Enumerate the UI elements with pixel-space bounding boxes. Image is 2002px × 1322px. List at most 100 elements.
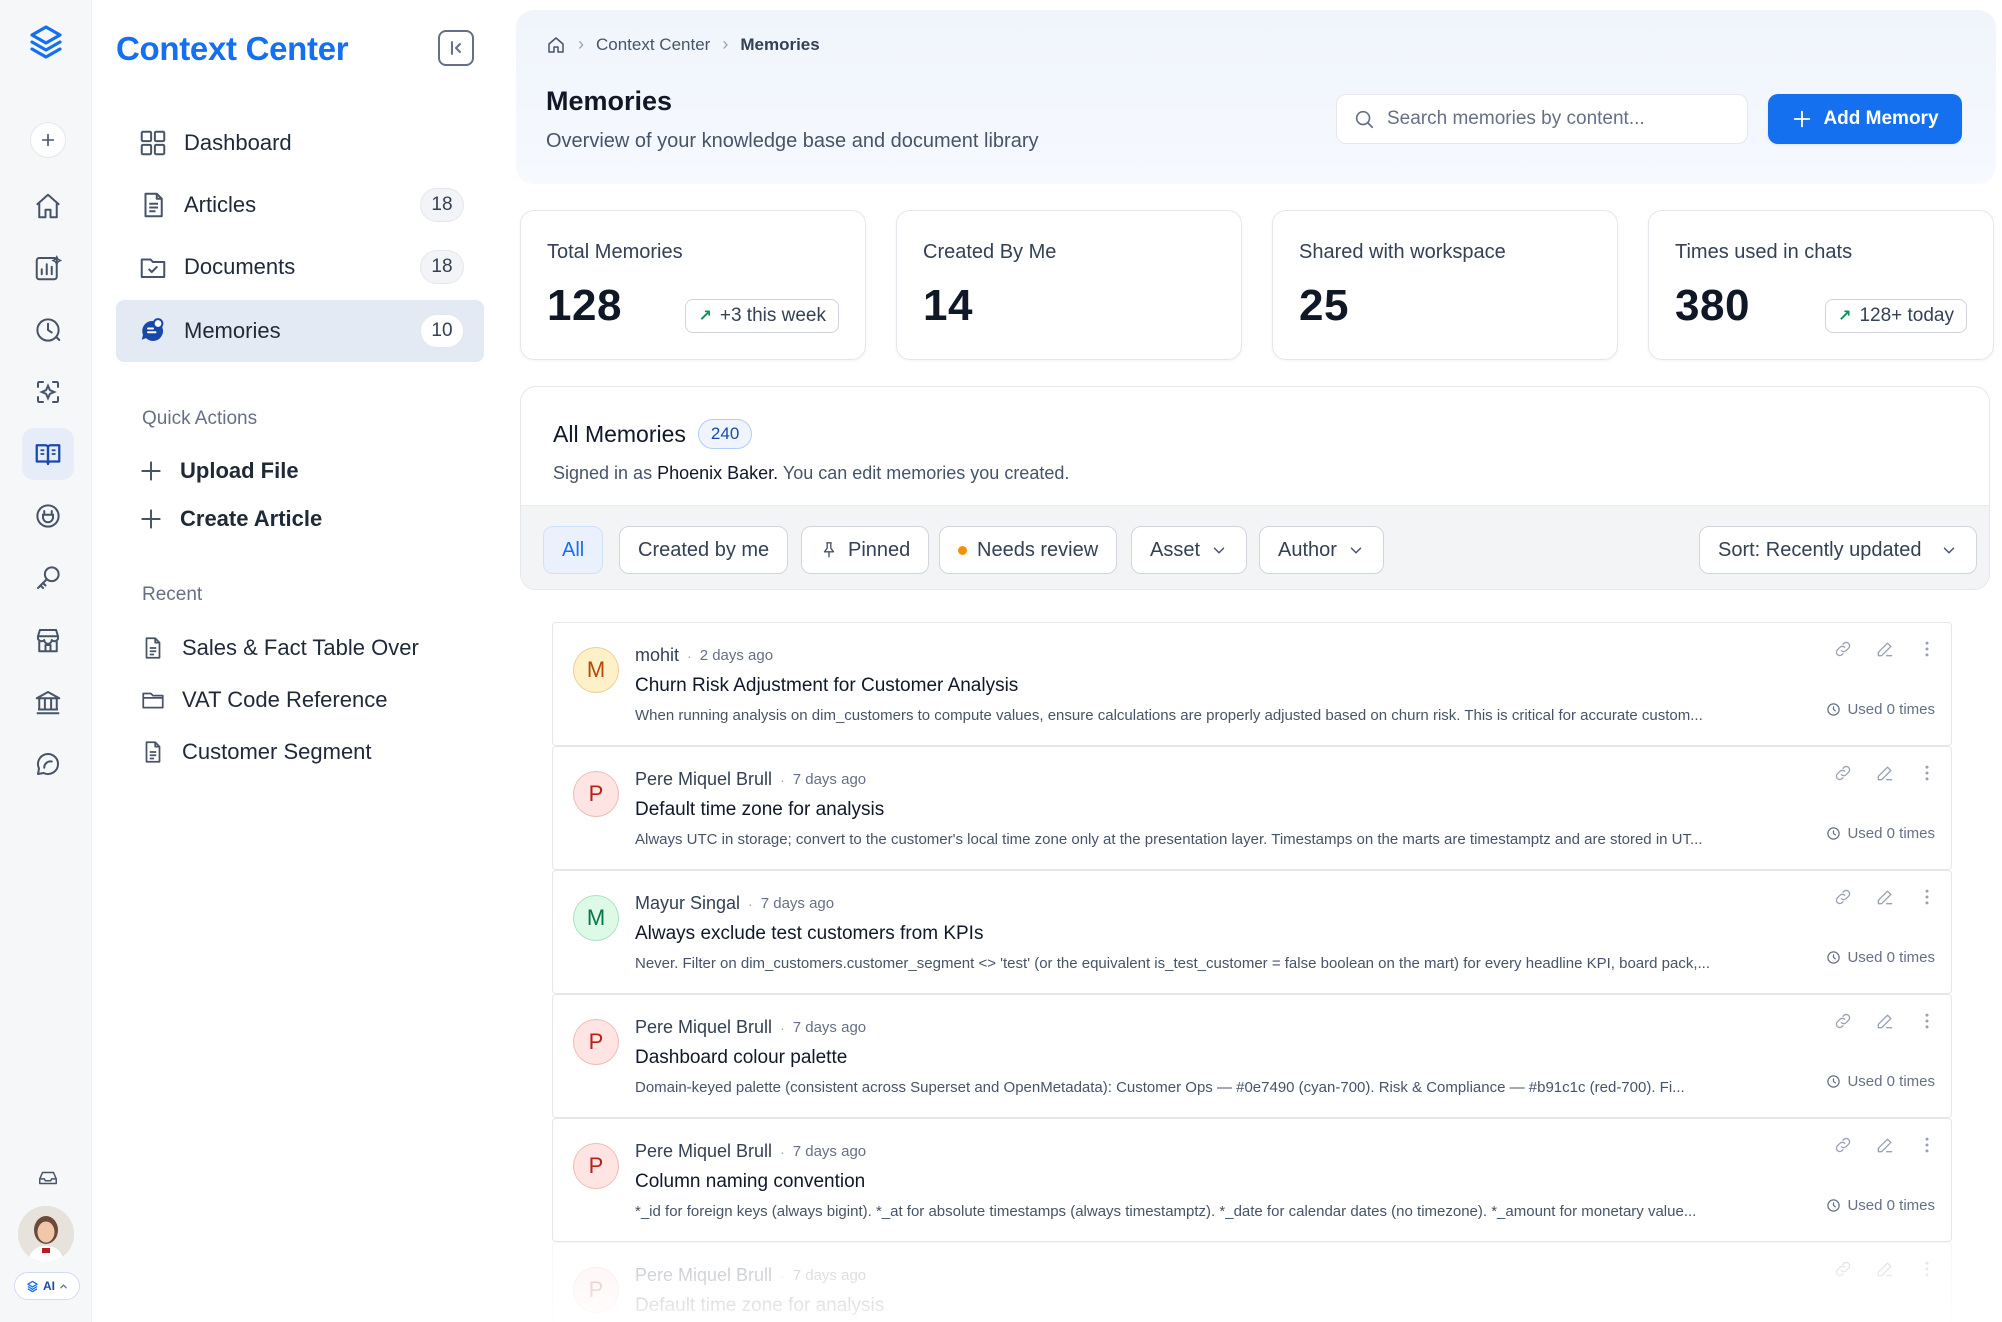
recent-item-label: Customer Segment [182,739,372,764]
more-icon[interactable] [1917,1135,1937,1155]
link-icon[interactable] [1833,1135,1853,1155]
edit-icon[interactable] [1875,1135,1895,1155]
memory-meta: Pere Miquel Brull · 7 days ago [635,1141,866,1162]
usage-label: Used 0 times [1847,1073,1935,1090]
grid-icon [140,130,166,156]
list-title: All Memories 240 [553,419,753,449]
collapse-sidebar-button[interactable] [438,30,474,66]
nav-item-memories[interactable]: Memories 10 [116,300,484,362]
usage-count: Used 0 times [1826,949,1935,966]
clock-icon [1826,1198,1841,1213]
folder-check-icon [140,258,166,278]
edit-icon[interactable] [1875,887,1895,907]
usage-label: Used 0 times [1847,949,1935,966]
author-avatar: P [573,1019,619,1065]
chat-icon[interactable] [22,738,74,790]
create-article-label: Create Article [180,506,323,531]
memory-row[interactable]: P Pere Miquel Brull · 7 days ago Column nami… [552,1118,1952,1242]
create-article-button[interactable]: Create Article [138,506,322,532]
recent-item-label: Sales & Fact Table Over [182,635,419,660]
ai-generate-icon[interactable] [22,366,74,418]
nav-count-badge: 10 [420,314,464,348]
edit-icon[interactable] [1875,1011,1895,1031]
filter-label: Pinned [848,538,911,561]
memory-row[interactable]: M Mayur Singal · 7 days ago Always exclude t… [552,870,1952,994]
nav-item-label: Memories [184,318,281,343]
memories-panel: All Memories 240 Signed in as Phoenix Ba… [520,386,1990,590]
memory-row[interactable]: P Pere Miquel Brull · 7 days ago Dashboard c… [552,994,1952,1118]
stat-card-shared: Shared with workspace 25 [1272,210,1618,360]
more-icon[interactable] [1917,887,1937,907]
new-item-button[interactable] [30,122,66,158]
inbox-icon[interactable] [24,1154,72,1202]
filter-asset-dropdown[interactable]: Asset [1131,526,1248,574]
filter-created-by-me[interactable]: Created by me [619,526,789,574]
sort-dropdown[interactable]: Sort: Recently updated [1699,526,1977,574]
nav-item-documents[interactable]: Documents 18 [116,236,484,298]
link-icon[interactable] [1833,887,1853,907]
filter-needs-review[interactable]: Needs review [939,526,1118,574]
author-name: mohit [635,645,680,665]
add-memory-button[interactable]: Add Memory [1768,94,1962,144]
store-icon[interactable] [22,614,74,666]
trend-up-icon: ↗ [698,308,712,325]
stat-card-created-by-me: Created By Me 14 [896,210,1242,360]
usage-count: Used 0 times [1826,701,1935,718]
memory-title[interactable]: Churn Risk Adjustment for Customer Analy… [635,675,1018,697]
row-actions [1785,639,1951,659]
memory-title[interactable]: Column naming convention [635,1171,865,1193]
ai-toggle-button[interactable]: AI [14,1272,80,1300]
link-icon[interactable] [1833,1011,1853,1031]
page-title: Memories [546,86,673,116]
filter-author-dropdown[interactable]: Author [1259,526,1384,574]
more-icon[interactable] [1917,763,1937,783]
memory-title[interactable]: Dashboard colour palette [635,1047,847,1069]
separator-dot: · [780,1143,785,1160]
scroll-fade [552,1242,1992,1322]
knowledge-book-icon[interactable] [22,428,74,480]
filter-all[interactable]: All [543,526,604,574]
stat-label: Created By Me [923,241,1057,263]
app-title: Context Center [116,30,349,67]
memory-title[interactable]: Always exclude test customers from KPIs [635,923,983,945]
search-input[interactable]: Search memories by content... [1336,94,1748,144]
upload-file-button[interactable]: Upload File [138,458,299,484]
analytics-icon[interactable] [22,242,74,294]
icon-rail: AI [0,0,92,1322]
recent-item[interactable]: VAT Code Reference [140,687,440,713]
recent-item[interactable]: Customer Segment [140,739,440,765]
history-icon[interactable] [22,304,74,356]
nav-count-badge: 18 [420,188,464,222]
nav-item-articles[interactable]: Articles 18 [116,174,484,236]
app-logo-icon[interactable] [26,22,66,62]
filter-pinned[interactable]: Pinned [801,526,930,574]
more-icon[interactable] [1917,1011,1937,1031]
memory-row[interactable]: Mmohit · 2 days ago Churn Risk Adjustment f… [552,622,1952,746]
link-icon[interactable] [1833,639,1853,659]
chevron-right-icon: › [578,34,584,54]
author-avatar: P [573,771,619,817]
memory-body: Always UTC in storage; convert to the cu… [635,831,1703,848]
more-icon[interactable] [1917,639,1937,659]
memory-title[interactable]: Default time zone for analysis [635,799,884,821]
chevron-down-icon [1350,547,1362,554]
bank-icon[interactable] [22,676,74,728]
link-icon[interactable] [1833,763,1853,783]
memory-row[interactable]: P Pere Miquel Brull · 7 days ago Default tim… [552,746,1952,870]
upload-file-label: Upload File [180,458,299,483]
edit-icon[interactable] [1875,763,1895,783]
recent-item[interactable]: Sales & Fact Table Over [140,635,440,661]
sidebar: Context Center Dashboard Articles 18 Doc… [92,0,504,1322]
nav-item-dashboard[interactable]: Dashboard [116,112,484,174]
author-name: Pere Miquel Brull [635,1017,773,1037]
recent-item-label: VAT Code Reference [182,687,388,712]
edit-icon[interactable] [1875,639,1895,659]
home-icon[interactable] [546,35,566,55]
nav-item-label: Dashboard [184,130,292,155]
breadcrumb-item[interactable]: Context Center [596,35,710,55]
user-avatar[interactable] [18,1206,74,1262]
home-icon[interactable] [22,180,74,232]
key-search-icon[interactable] [22,552,74,604]
plugin-icon[interactable] [22,490,74,542]
chevron-up-icon [60,1283,67,1288]
